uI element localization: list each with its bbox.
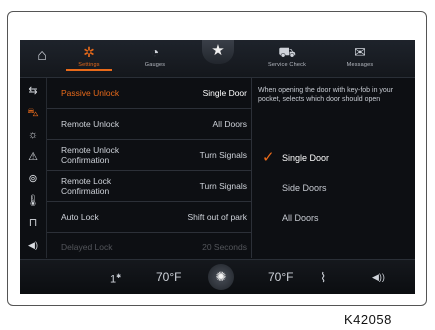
- tab-messages[interactable]: ✉ Messages: [338, 42, 382, 68]
- setting-label: Remote Unlock Confirmation: [61, 145, 120, 165]
- figure-code: K42058: [344, 312, 392, 327]
- setting-description: When opening the door with key-fob in yo…: [258, 87, 394, 103]
- list-item-remote-unlock[interactable]: Remote Unlock All Doors: [47, 109, 251, 140]
- steering-wheel-icon[interactable]: ⊚: [20, 172, 46, 186]
- setting-value: Turn Signals: [199, 150, 247, 160]
- tab-settings[interactable]: ✲ Settings: [66, 42, 112, 71]
- settings-list-icon[interactable]: ⇆: [20, 84, 46, 98]
- setting-value: 20 Seconds: [202, 242, 247, 252]
- driver-heat-mode[interactable]: 1✱: [110, 260, 121, 294]
- checkmark-icon: ✓: [262, 149, 275, 166]
- passenger-seat-heat-icon[interactable]: ⌇: [320, 260, 326, 294]
- list-item-remote-lock-confirmation[interactable]: Remote Lock Confirmation Turn Signals: [47, 171, 251, 202]
- tab-service-check[interactable]: ⛟ Service Check: [260, 42, 314, 68]
- list-item-passive-unlock[interactable]: Passive Unlock Single Door: [47, 78, 251, 109]
- lights-icon[interactable]: ☼: [20, 128, 46, 142]
- tab-gauges-label: Gauges: [144, 62, 166, 68]
- vehicle-icon[interactable]: ⛍: [20, 106, 46, 120]
- favorites-button[interactable]: ★: [202, 40, 234, 64]
- option-side-doors[interactable]: Side Doors: [282, 183, 327, 193]
- tab-service-check-label: Service Check: [267, 62, 307, 68]
- setting-label: Passive Unlock: [61, 88, 120, 98]
- messages-icon: ✉: [354, 44, 366, 60]
- star-icon: ★: [211, 42, 225, 59]
- seat-icon[interactable]: ⊓: [20, 216, 46, 230]
- setting-value: Single Door: [202, 88, 247, 98]
- setting-value: Shift out of park: [187, 212, 247, 222]
- setting-label: Remote Unlock: [61, 119, 120, 129]
- setting-label: Delayed Lock: [61, 242, 113, 252]
- setting-value: Turn Signals: [199, 181, 247, 191]
- setting-value: All Doors: [212, 119, 247, 129]
- category-sidebar: ⇆ ⛍ ☼ ⚠ ⊚ 🌡 ⊓ ◀): [20, 78, 47, 258]
- door-lock-settings-list: Passive Unlock Single Door Remote Unlock…: [47, 78, 251, 258]
- audio-icon[interactable]: ◀): [20, 238, 46, 252]
- option-single-door[interactable]: Single Door: [282, 153, 329, 163]
- gauge-icon: ◔: [150, 44, 160, 60]
- home-button[interactable]: ⌂: [32, 46, 52, 66]
- list-item-auto-lock[interactable]: Auto Lock Shift out of park: [47, 202, 251, 233]
- tab-settings-label: Settings: [78, 62, 100, 68]
- option-all-doors[interactable]: All Doors: [282, 213, 319, 223]
- volume-icon[interactable]: ◀)): [372, 260, 385, 294]
- passenger-temperature[interactable]: 70°F: [268, 260, 293, 294]
- climate-bar: 1✱ 70°F ✺ 70°F ⌇ ◀)): [20, 259, 415, 294]
- setting-label: Auto Lock: [61, 212, 99, 222]
- list-item-delayed-lock[interactable]: Delayed Lock 20 Seconds: [47, 236, 251, 258]
- service-check-icon: ⛟: [278, 44, 296, 60]
- temperature-icon[interactable]: 🌡: [20, 194, 46, 208]
- uconnect-screen: ⌂ ✲ Settings ◔ Gauges ★ ⛟ Service Check …: [20, 40, 415, 294]
- home-icon: ⌂: [37, 47, 47, 64]
- warning-icon[interactable]: ⚠: [20, 150, 46, 164]
- setting-label: Remote Lock Confirmation: [61, 176, 112, 196]
- driver-temperature[interactable]: 70°F: [156, 260, 181, 294]
- list-item-remote-unlock-confirmation[interactable]: Remote Unlock Confirmation Turn Signals: [47, 140, 251, 171]
- top-navigation-bar: ⌂ ✲ Settings ◔ Gauges ★ ⛟ Service Check …: [20, 40, 415, 78]
- tab-messages-label: Messages: [346, 62, 374, 68]
- gear-icon: ✲: [83, 44, 95, 60]
- panel-divider: [251, 78, 252, 258]
- tab-gauges[interactable]: ◔ Gauges: [138, 42, 172, 68]
- fan-icon[interactable]: ✺: [208, 264, 234, 290]
